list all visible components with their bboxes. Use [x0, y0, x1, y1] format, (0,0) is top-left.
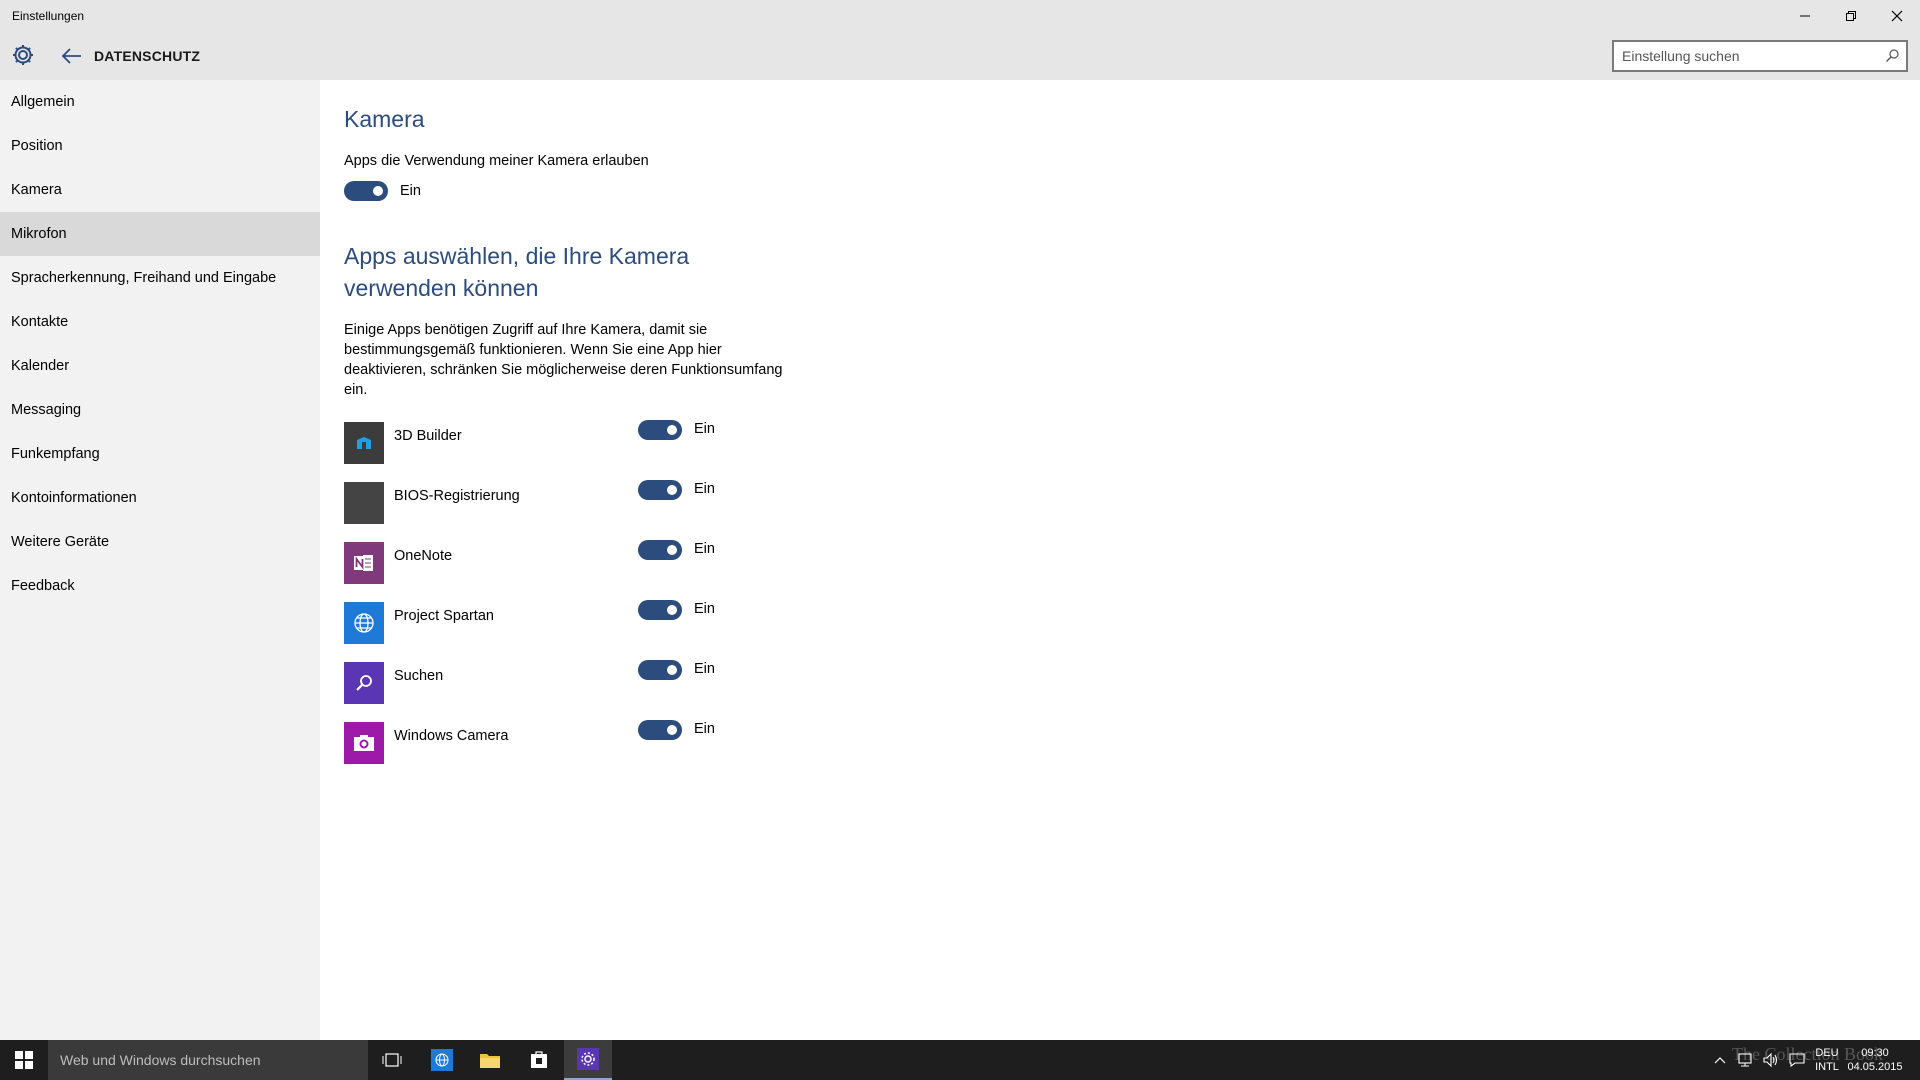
start-button[interactable]: [0, 1040, 48, 1080]
taskbar-browser-button[interactable]: [418, 1040, 466, 1080]
app-row: Windows Camera Ein: [344, 720, 764, 764]
app-toggle-bios-registrierung[interactable]: [638, 480, 682, 500]
restore-icon: [1846, 11, 1856, 21]
app-toggle-state: Ein: [694, 481, 715, 497]
sidebar-item-kontoinformationen[interactable]: Kontoinformationen: [0, 476, 320, 520]
store-icon: [531, 1051, 547, 1068]
app-toggle-state: Ein: [694, 541, 715, 557]
chevron-up-icon[interactable]: [1712, 1054, 1728, 1066]
sidebar-item-feedback[interactable]: Feedback: [0, 564, 320, 608]
section-heading: Kamera: [344, 106, 425, 132]
app-row: BIOS-Registrierung Ein: [344, 480, 764, 524]
sidebar-item-kontakte[interactable]: Kontakte: [0, 300, 320, 344]
allow-camera-label: Apps die Verwendung meiner Kamera erlaub…: [344, 153, 649, 169]
back-arrow-icon[interactable]: [60, 44, 84, 68]
search-icon[interactable]: [1884, 48, 1900, 64]
search-icon: [344, 662, 384, 704]
network-icon[interactable]: [1736, 1052, 1754, 1068]
close-icon: [1891, 10, 1903, 22]
task-view-button[interactable]: [368, 1040, 416, 1080]
title-bar: Einstellungen: [0, 0, 1920, 32]
sidebar-item-kamera[interactable]: Kamera: [0, 168, 320, 212]
sidebar-item-funkempfang[interactable]: Funkempfang: [0, 432, 320, 476]
windows-logo-icon: [15, 1051, 33, 1069]
main-content: Kamera Apps die Verwendung meiner Kamera…: [344, 80, 1904, 1040]
bios-registration-icon: [344, 482, 384, 524]
input-language-indicator[interactable]: DEU INTL: [1810, 1046, 1844, 1074]
restore-button[interactable]: [1828, 0, 1874, 32]
app-row: Suchen Ein: [344, 660, 764, 704]
app-toggle-onenote[interactable]: [638, 540, 682, 560]
clock-time: 09:30: [1861, 1047, 1889, 1059]
app-name: Suchen: [394, 668, 444, 684]
sidebar-item-mikrofon[interactable]: Mikrofon: [0, 212, 320, 256]
app-toggle-state: Ein: [694, 421, 715, 437]
app-toggle-project-spartan[interactable]: [638, 600, 682, 620]
taskbar: Web und Windows durchsuchen The Collecti…: [0, 1040, 1920, 1080]
sidebar-item-allgemein[interactable]: Allgemein: [0, 80, 320, 124]
taskbar-search-placeholder: Web und Windows durchsuchen: [60, 1052, 261, 1068]
sidebar-item-messaging[interactable]: Messaging: [0, 388, 320, 432]
apps-heading: Apps auswählen, die Ihre Kamera verwende…: [344, 243, 690, 301]
app-row: OneNote Ein: [344, 540, 764, 584]
app-toggle-suchen[interactable]: [638, 660, 682, 680]
minimize-icon: [1800, 15, 1810, 17]
keyboard-layout: INTL: [1815, 1061, 1839, 1073]
app-name: Windows Camera: [394, 728, 509, 744]
3d-builder-icon: [344, 422, 384, 464]
search-input[interactable]: [1622, 47, 1872, 65]
language-code: DEU: [1815, 1047, 1839, 1059]
sidebar-item-position[interactable]: Position: [0, 124, 320, 168]
clock-date: 04.05.2015: [1847, 1061, 1903, 1073]
apps-description: Einige Apps benötigen Zugriff auf Ihre K…: [344, 322, 783, 398]
gear-icon: [577, 1048, 599, 1070]
action-center-icon[interactable]: [1788, 1052, 1806, 1068]
settings-search[interactable]: [1612, 40, 1908, 72]
sidebar: Allgemein Position Kamera Mikrofon Sprac…: [0, 80, 320, 1040]
taskbar-explorer-button[interactable]: [466, 1040, 514, 1080]
app-name: 3D Builder: [394, 428, 462, 444]
taskbar-store-button[interactable]: [515, 1040, 563, 1080]
folder-icon: [480, 1054, 500, 1068]
system-tray: [1704, 1040, 1806, 1080]
sidebar-item-weitere-geraete[interactable]: Weitere Geräte: [0, 520, 320, 564]
app-name: BIOS-Registrierung: [394, 488, 520, 504]
app-name: OneNote: [394, 548, 453, 564]
page-title: DATENSCHUTZ: [94, 48, 201, 64]
app-toggle-3d-builder[interactable]: [638, 420, 682, 440]
app-row: 3D Builder Ein: [344, 420, 764, 464]
minimize-button[interactable]: [1782, 0, 1828, 32]
app-row: Project Spartan Ein: [344, 600, 764, 644]
app-header: DATENSCHUTZ: [0, 32, 1920, 80]
taskbar-search[interactable]: Web und Windows durchsuchen: [48, 1040, 368, 1080]
task-view-icon: [382, 1053, 402, 1067]
sidebar-item-spracherkennung[interactable]: Spracherkennung, Freihand und Eingabe: [0, 256, 320, 300]
globe-icon: [431, 1049, 453, 1071]
window-title: Einstellungen: [12, 9, 85, 23]
sidebar-item-kalender[interactable]: Kalender: [0, 344, 320, 388]
app-toggle-state: Ein: [694, 601, 715, 617]
onenote-icon: [344, 542, 384, 584]
app-toggle-windows-camera[interactable]: [638, 720, 682, 740]
allow-camera-toggle-state: Ein: [400, 183, 421, 199]
gear-icon: [13, 45, 33, 65]
volume-icon[interactable]: [1762, 1052, 1780, 1068]
camera-icon: [344, 722, 384, 764]
close-button[interactable]: [1874, 0, 1920, 32]
app-toggle-state: Ein: [694, 721, 715, 737]
taskbar-settings-button[interactable]: [564, 1040, 612, 1080]
globe-icon: [344, 602, 384, 644]
app-toggle-state: Ein: [694, 661, 715, 677]
app-name: Project Spartan: [394, 608, 494, 624]
taskbar-clock[interactable]: 09:30 04.05.2015: [1842, 1046, 1908, 1074]
allow-camera-toggle[interactable]: [344, 181, 388, 201]
